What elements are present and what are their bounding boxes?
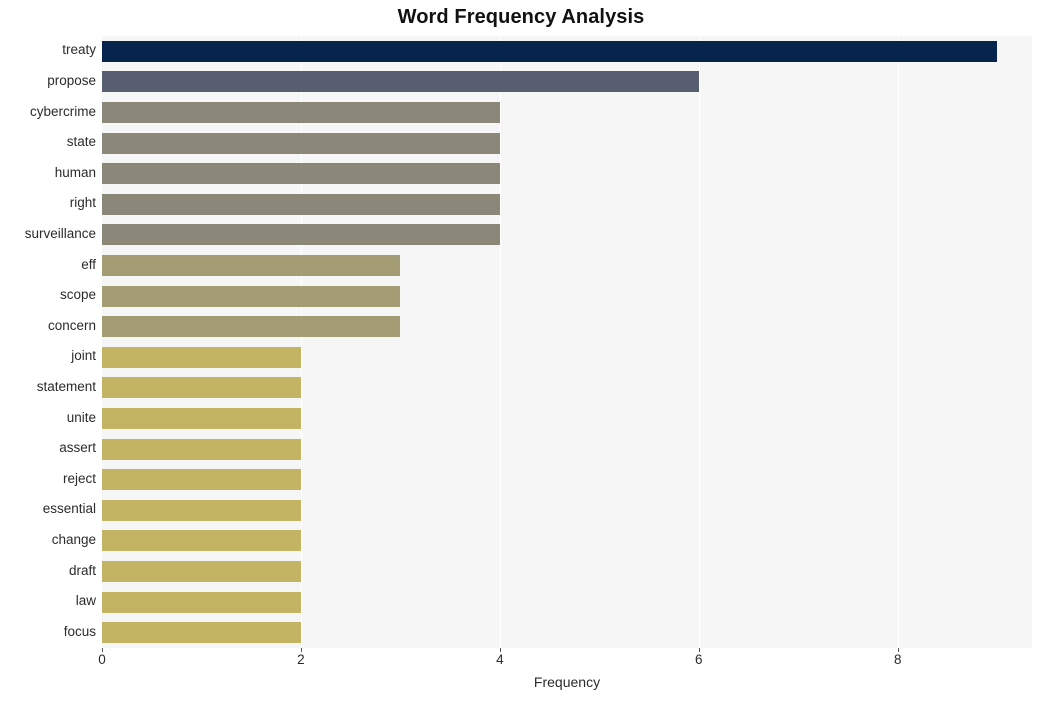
bar: [102, 438, 301, 460]
y-tick-label: eff: [81, 256, 96, 272]
plot-area: [102, 36, 1032, 648]
chart-figure: Word Frequency Analysis treaty propose cyb…: [0, 0, 1042, 701]
y-tick-label: joint: [71, 348, 96, 364]
y-tick-label: concern: [47, 317, 96, 333]
y-tick-label: essential: [42, 501, 96, 517]
y-tick-label: draft: [68, 562, 96, 578]
y-tick-label: reject: [62, 470, 96, 486]
x-axis-ticks: 0 2 4 6 8: [98, 648, 1032, 672]
x-tick-label: 4: [496, 652, 504, 667]
bar: [102, 622, 301, 644]
x-tick-label: 6: [695, 652, 703, 667]
bar: [102, 530, 301, 552]
y-tick-label: right: [69, 195, 96, 211]
gridline-x-6: [698, 36, 701, 648]
gridline-x-4: [499, 36, 502, 648]
bar: [102, 255, 401, 276]
y-tick-label: statement: [36, 378, 96, 394]
y-tick-label: assert: [59, 440, 96, 456]
y-tick-label: scope: [59, 287, 96, 303]
bar: [102, 499, 301, 521]
y-tick-label: change: [51, 531, 96, 547]
bar: [102, 469, 301, 491]
y-tick-label: human: [54, 164, 96, 180]
chart-title: Word Frequency Analysis: [397, 6, 645, 28]
x-tick-label: 2: [297, 652, 305, 667]
bar: [102, 40, 998, 62]
bar: [102, 285, 401, 307]
y-tick-label: unite: [66, 409, 96, 425]
y-axis-labels: treaty propose cybercrime state human right su…: [0, 36, 96, 648]
y-tick-label: cybercrime: [29, 103, 96, 119]
bar: [102, 316, 401, 338]
bar: [102, 71, 699, 93]
bar: [102, 224, 500, 246]
x-axis-label: Frequency: [533, 674, 601, 690]
bar: [102, 561, 301, 582]
y-tick-label: focus: [63, 623, 96, 639]
bar: [102, 377, 301, 399]
x-tick-label: 0: [98, 652, 106, 667]
bar: [102, 163, 500, 185]
y-tick-label: treaty: [62, 42, 96, 58]
bar: [102, 346, 301, 368]
gridline-x-8: [897, 36, 900, 648]
bar: [102, 193, 500, 215]
y-tick-label: propose: [47, 72, 96, 88]
bar: [102, 102, 500, 123]
bar: [102, 132, 500, 154]
bar: [102, 591, 301, 613]
gridline-x-2: [300, 36, 303, 648]
y-tick-label: law: [75, 593, 96, 609]
x-tick-label: 8: [893, 652, 902, 667]
y-tick-label: state: [66, 134, 96, 150]
bar: [102, 408, 301, 429]
y-tick-label: surveillance: [24, 225, 96, 241]
